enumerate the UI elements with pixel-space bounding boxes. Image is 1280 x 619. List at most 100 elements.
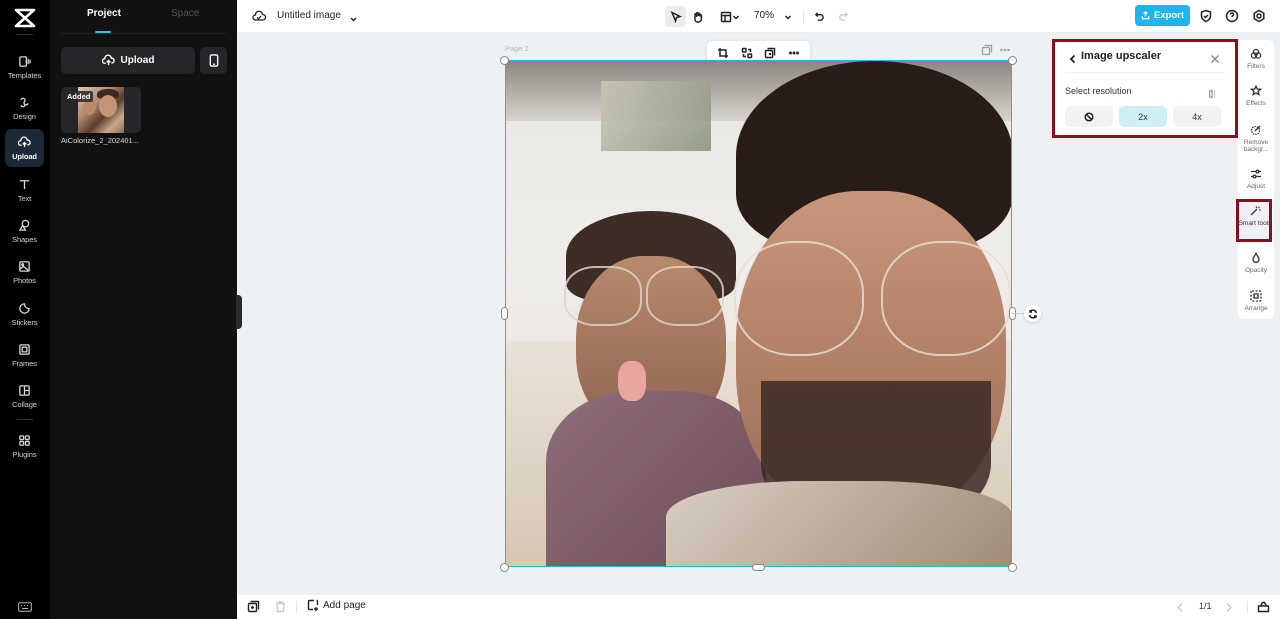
stickers-icon (19, 302, 30, 314)
crop-button[interactable] (716, 46, 730, 60)
photo-person-right-shirt (666, 481, 1011, 566)
resize-handle-top-right[interactable] (1008, 56, 1017, 65)
resize-handle-bottom-left[interactable] (500, 563, 509, 572)
page-more-icon[interactable] (999, 43, 1011, 55)
rail-item-label: Plugins (12, 449, 37, 459)
layout-dropdown-button[interactable] (717, 6, 743, 27)
tab-project[interactable]: Project (87, 8, 121, 19)
tool-remove-background[interactable]: Remove backgr... (1238, 124, 1274, 153)
panel-collapse-handle[interactable] (236, 295, 242, 329)
select-tool-button[interactable] (665, 6, 686, 27)
close-button[interactable] (1210, 51, 1220, 63)
tool-adjust[interactable]: Adjust (1238, 168, 1274, 190)
toolbar-divider (803, 11, 804, 23)
tool-label: Opacity (1244, 267, 1268, 274)
tool-label: Remove backgr... (1243, 139, 1269, 153)
settings-gear-icon[interactable] (1252, 9, 1266, 23)
rail-divider (17, 34, 33, 35)
rail-item-upload[interactable]: Upload (5, 129, 44, 167)
right-tools-panel: Filters Effects Remove backgr... Adjust … (1238, 40, 1274, 319)
resize-handle-top-left[interactable] (500, 56, 509, 65)
page-duplicate-icon[interactable] (981, 43, 993, 56)
asset-filename: AiColorize_2_202401... (61, 136, 139, 145)
redo-button[interactable] (835, 6, 851, 27)
asset-image-detail (99, 95, 117, 117)
more-options-button[interactable] (787, 46, 801, 60)
rotate-handle[interactable] (1024, 305, 1041, 322)
chevron-down-icon[interactable] (349, 11, 358, 22)
undo-button[interactable] (811, 6, 827, 27)
photo-glasses-left-lens (646, 266, 724, 326)
close-icon (1211, 55, 1219, 63)
tool-arrange[interactable]: Arrange (1238, 290, 1274, 312)
zoom-level[interactable]: 70% (754, 10, 774, 21)
duplicate-icon (765, 47, 776, 58)
upload-button[interactable]: Upload (61, 47, 195, 74)
resolution-2x-button[interactable]: 2x (1119, 106, 1167, 127)
tool-opacity[interactable]: Opacity (1238, 252, 1274, 274)
rail-item-photos[interactable]: Photos (5, 253, 44, 291)
photo-wall-frame (601, 81, 711, 151)
remove-background-icon (1250, 125, 1261, 136)
rail-item-label: Photos (13, 275, 36, 285)
rail-item-design[interactable]: Design (5, 89, 44, 127)
photos-icon (19, 260, 30, 272)
add-page-button[interactable]: Add page (307, 599, 366, 611)
rail-item-collage[interactable]: Collage (5, 377, 44, 415)
hand-tool-button[interactable] (689, 6, 707, 27)
resize-handle-bottom[interactable] (752, 564, 765, 571)
back-button[interactable] (1068, 51, 1078, 64)
asset-thumbnail[interactable]: Added (61, 87, 141, 133)
export-button[interactable]: Export (1135, 5, 1190, 26)
zoom-dropdown-button[interactable] (782, 6, 794, 27)
keyboard-shortcuts-icon[interactable] (18, 599, 32, 612)
previous-page-icon[interactable] (1174, 601, 1187, 614)
shapes-icon (18, 219, 30, 231)
upload-button-label: Upload (120, 55, 155, 66)
replace-icon (741, 47, 752, 58)
shield-check-icon[interactable] (1199, 9, 1213, 23)
bottombar-divider (296, 601, 297, 613)
compare-icon[interactable] (1207, 86, 1217, 99)
collage-icon (19, 384, 30, 396)
design-icon (20, 97, 29, 107)
help-icon[interactable] (1225, 9, 1239, 23)
resize-handle-left[interactable] (501, 307, 508, 320)
adjust-icon (1251, 169, 1261, 179)
tab-space[interactable]: Space (171, 8, 199, 19)
rail-item-plugins[interactable]: Plugins (5, 427, 44, 465)
next-page-icon[interactable] (1222, 601, 1235, 614)
tool-label: Arrange (1244, 305, 1268, 312)
canvas-image[interactable] (505, 60, 1012, 567)
resize-handle-bottom-right[interactable] (1008, 563, 1017, 572)
phone-icon (209, 54, 218, 67)
rail-item-shapes[interactable]: Shapes (5, 212, 44, 250)
photo-glasses-right-lens (734, 241, 864, 356)
upload-from-phone-button[interactable] (200, 47, 227, 74)
cloud-save-icon[interactable] (252, 9, 267, 23)
resolution-none-button[interactable] (1065, 106, 1113, 127)
rail-item-label: Stickers (11, 317, 38, 327)
rail-item-frames[interactable]: Frames (5, 336, 44, 374)
tool-filters[interactable]: Filters (1238, 48, 1274, 70)
panel-tabs: Project Space (61, 0, 226, 34)
tool-smart-tools[interactable]: Smart tools (1237, 205, 1273, 227)
delete-page-icon[interactable] (274, 600, 287, 613)
tool-effects[interactable]: Effects (1238, 85, 1274, 107)
rail-item-label: Templates (7, 70, 42, 80)
capcut-logo-icon[interactable] (13, 7, 37, 29)
more-horizontal-icon (789, 51, 800, 54)
active-tab-indicator (95, 31, 111, 33)
rail-item-templates[interactable]: Templates (5, 48, 44, 86)
replace-button[interactable] (740, 46, 754, 60)
rail-item-label: Collage (12, 399, 37, 409)
page-panel-toggle-icon[interactable] (1257, 600, 1270, 613)
duplicate-button[interactable] (763, 46, 777, 60)
document-title[interactable]: Untitled image (277, 10, 341, 21)
duplicate-page-icon[interactable] (247, 600, 260, 613)
magic-wand-icon (1250, 206, 1261, 216)
rail-item-stickers[interactable]: Stickers (5, 295, 44, 333)
resolution-4x-button[interactable]: 4x (1173, 106, 1221, 127)
rail-item-label: Text (17, 193, 32, 203)
rail-item-text[interactable]: Text (5, 171, 44, 209)
